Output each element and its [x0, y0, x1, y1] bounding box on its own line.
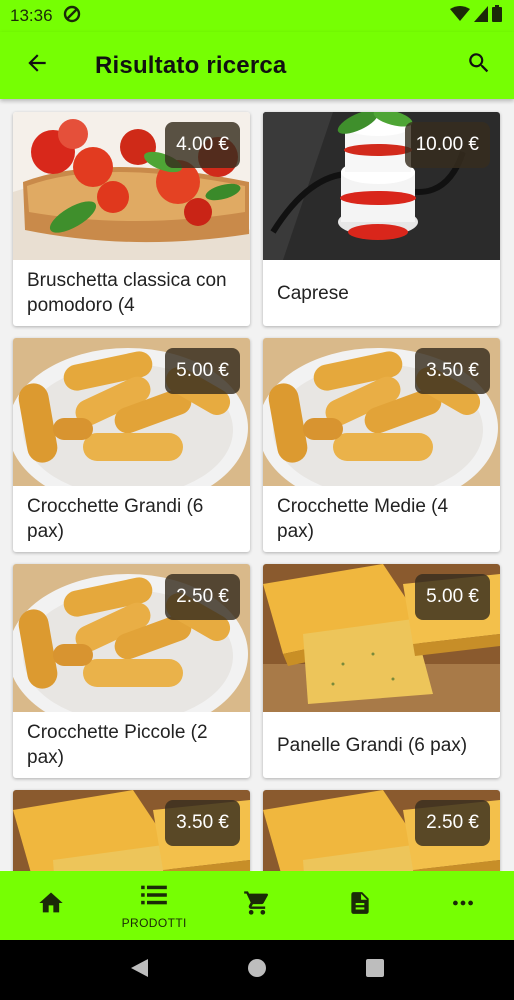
cart-icon [243, 889, 271, 922]
page-title: Risultato ricerca [95, 51, 287, 79]
status-bar: 13:36 [0, 0, 514, 32]
price-badge: 10.00 € [404, 122, 490, 168]
nav-cart[interactable] [206, 871, 309, 940]
nav-prodotti-label: PRODOTTI [121, 915, 187, 930]
search-button[interactable] [454, 40, 504, 90]
product-card[interactable]: 3.50 € Crocchette Medie (4 pax) [263, 338, 500, 552]
product-grid: 4.00 € Bruschetta classica con pomodoro (… [0, 99, 514, 871]
system-back-icon[interactable] [128, 957, 150, 984]
system-navigation-bar [0, 940, 514, 1000]
back-button[interactable] [12, 41, 62, 91]
document-icon [347, 889, 373, 922]
product-name: Bruschetta classica con pomodoro (4 [27, 270, 227, 316]
product-name: Panelle Grandi (6 pax) [277, 734, 468, 756]
arrow-back-icon [24, 50, 50, 81]
price-badge: 5.00 € [165, 348, 240, 394]
data-saver-icon [63, 5, 81, 28]
price-badge: 2.50 € [415, 800, 490, 846]
more-icon [450, 890, 476, 921]
product-card[interactable]: 4.00 € Bruschetta classica con pomodoro (… [13, 112, 250, 326]
wifi-icon [450, 5, 470, 27]
product-card[interactable]: 2.50 € Crocchette Piccole (2 pax) [13, 564, 250, 778]
product-card[interactable]: 5.00 € Panelle Grandi (6 pax) [263, 564, 500, 778]
signal-icon [474, 5, 488, 27]
product-name: Crocchette Grandi (6 pax) [27, 496, 204, 542]
product-name: Crocchette Piccole (2 pax) [27, 722, 208, 768]
search-icon [466, 50, 492, 81]
app-bar: Risultato ricerca [0, 32, 514, 99]
price-badge: 3.50 € [415, 348, 490, 394]
nav-home[interactable] [0, 871, 103, 940]
bottom-navigation: PRODOTTI [0, 871, 514, 940]
product-card[interactable]: 5.00 € Crocchette Grandi (6 pax) [13, 338, 250, 552]
product-name: Crocchette Medie (4 pax) [277, 496, 449, 542]
product-card[interactable]: 3.50 € [13, 790, 250, 871]
product-card[interactable]: 2.50 € [263, 790, 500, 871]
system-recents-icon[interactable] [364, 957, 386, 984]
battery-icon [492, 5, 502, 27]
price-badge: 3.50 € [165, 800, 240, 846]
product-name: Caprese [277, 282, 349, 304]
nav-prodotti[interactable]: PRODOTTI [103, 871, 206, 940]
system-home-icon[interactable] [246, 957, 268, 984]
nav-more[interactable] [411, 871, 514, 940]
status-time: 13:36 [10, 6, 53, 25]
product-card[interactable]: 10.00 € Caprese [263, 112, 500, 326]
price-badge: 4.00 € [165, 122, 240, 168]
nav-documents[interactable] [308, 871, 411, 940]
home-icon [37, 889, 65, 922]
price-badge: 2.50 € [165, 574, 240, 620]
price-badge: 5.00 € [415, 574, 490, 620]
list-icon [140, 882, 168, 913]
